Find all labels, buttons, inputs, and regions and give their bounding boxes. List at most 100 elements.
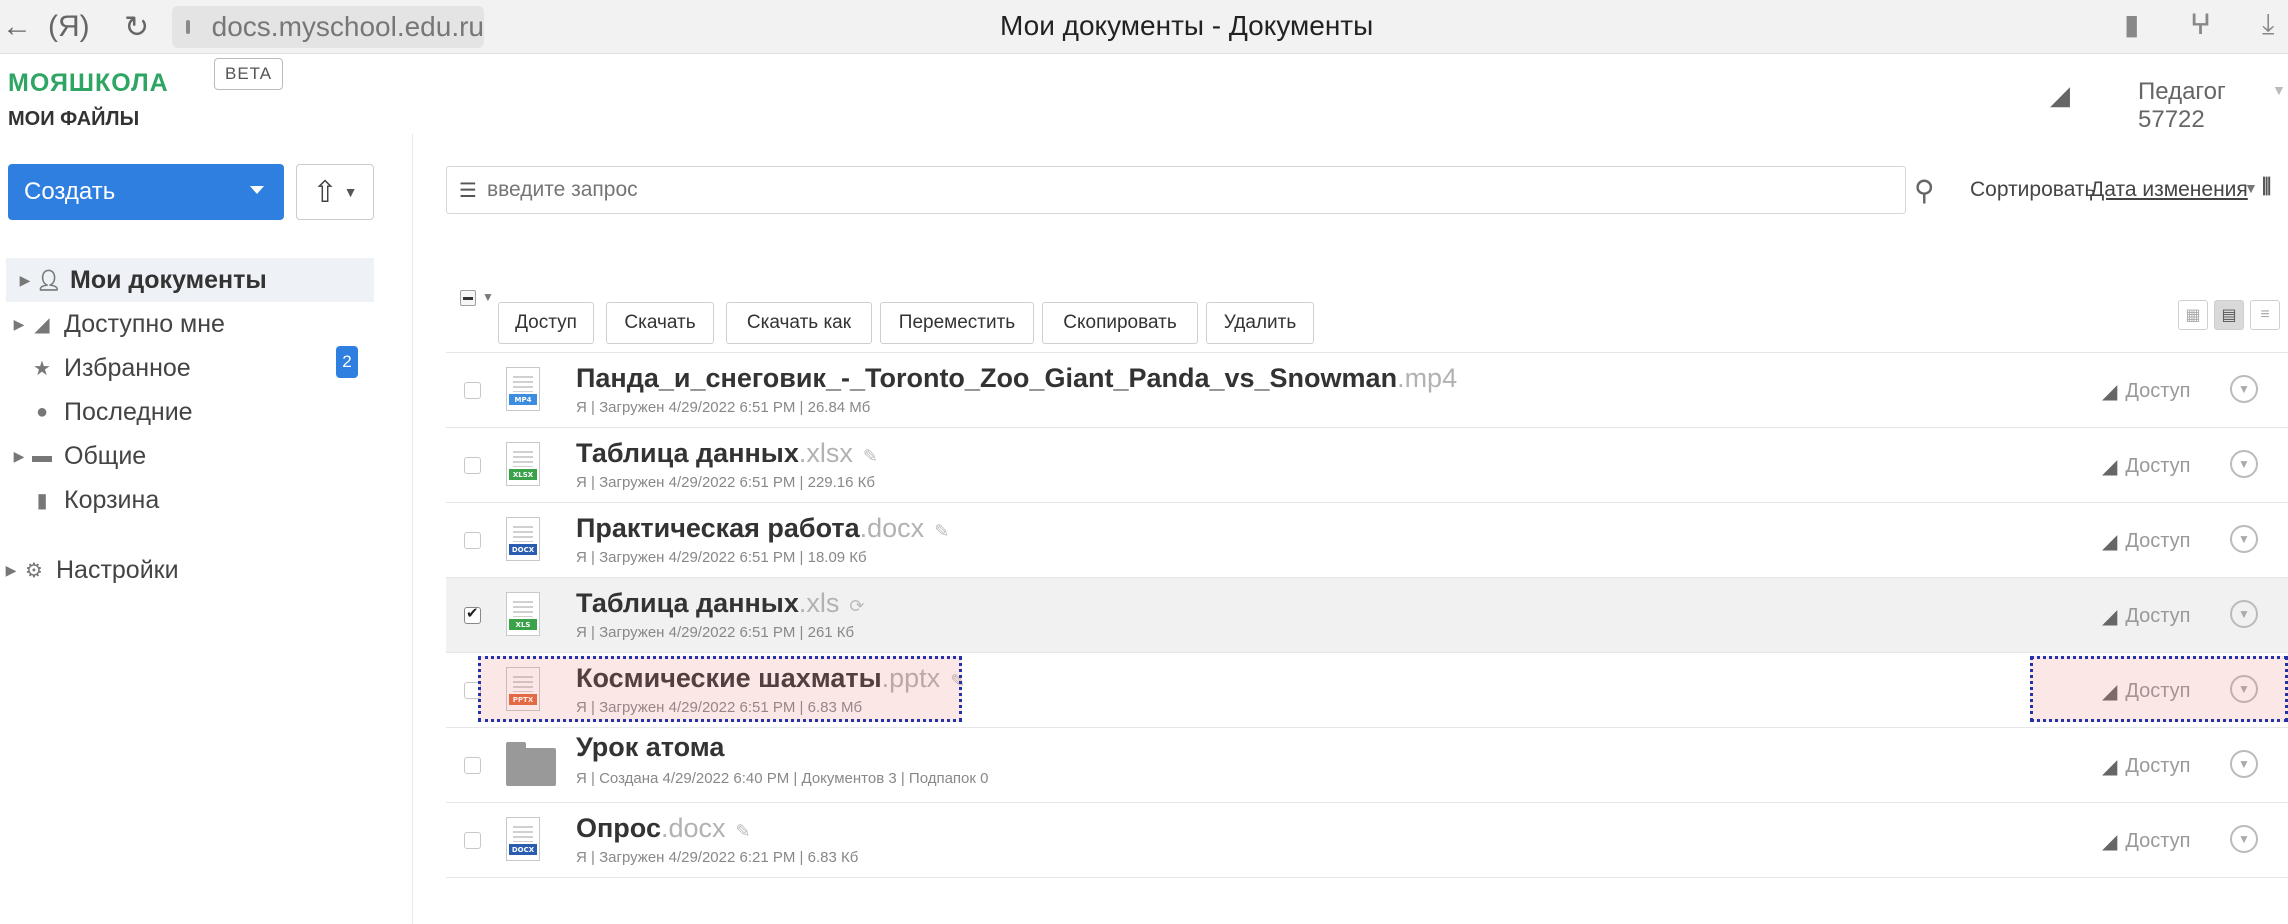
copy-button[interactable]: Скопировать (1042, 302, 1198, 344)
share-icon: ◢ (2102, 756, 2118, 778)
delete-button[interactable]: Удалить (1206, 302, 1314, 344)
file-name[interactable]: Опрос.docx ✎ (576, 813, 751, 844)
logo[interactable]: МОЯШКОЛА (8, 58, 169, 100)
browser-toolbar: ← (Я) ↻ docs.myschool.edu.ru Мои докумен… (0, 0, 2288, 54)
share-icon: ◢ (2102, 831, 2118, 853)
file-row[interactable]: MP4 Панда_и_снеговик_-_Toronto_Zoo_Giant… (446, 353, 2288, 428)
search-icon[interactable]: ⚲ (1914, 174, 1935, 207)
sidebar-item-label: Избранное (64, 353, 191, 382)
view-list-icon[interactable]: ≡ (2250, 300, 2280, 330)
upload-button[interactable]: ⇧ ▼ (296, 164, 374, 220)
gear-icon: ⚙ (25, 559, 43, 582)
download-button[interactable]: Скачать (606, 302, 714, 344)
yandex-icon[interactable]: (Я) (48, 10, 90, 44)
user-menu[interactable]: Педагог 57722 (2138, 78, 2288, 134)
create-button[interactable]: Создать (8, 164, 284, 220)
row-checkbox[interactable] (464, 604, 481, 624)
expand-arrow-icon[interactable]: ▶ (8, 448, 30, 465)
file-meta: Я | Загружен 4/29/2022 6:51 PM | 261 Кб (576, 624, 855, 641)
share-icon: ◢ (2102, 606, 2118, 628)
bookmark-icon[interactable]: ▮ (2124, 8, 2139, 41)
extensions-icon[interactable]: ⵖ (2190, 8, 2211, 41)
file-meta: Я | Загружен 4/29/2022 6:51 PM | 229.16 … (576, 474, 875, 491)
share-icon: ◢ (34, 313, 50, 336)
sidebar-item-shared-with-me[interactable]: ▶ ◢ Доступно мне (0, 302, 225, 346)
row-menu-chevron-icon[interactable]: ▼ (2230, 825, 2258, 853)
expand-arrow-icon[interactable]: ▶ (0, 562, 22, 579)
filter-icon[interactable]: ☰ (459, 178, 477, 203)
download-icon[interactable]: ⤓ (2262, 8, 2274, 41)
person-icon: 👤︎ (36, 269, 62, 292)
sidebar-item-recent[interactable]: ● Последние (0, 390, 193, 434)
folder-name[interactable]: Урок атома (576, 732, 724, 763)
row-checkbox[interactable] (464, 382, 481, 399)
folder-meta: Я | Создана 4/29/2022 6:40 PM | Документ… (576, 770, 989, 787)
share-icon: ◢ (2102, 456, 2118, 478)
sync-icon: ⟳ (849, 596, 865, 616)
folder-row[interactable]: Урок атома Я | Создана 4/29/2022 6:40 PM… (446, 728, 2288, 803)
chevron-down-icon (250, 186, 264, 194)
share-icon[interactable]: ◢ (2050, 80, 2070, 111)
access-link[interactable]: ◢ Доступ (2102, 604, 2191, 629)
file-row[interactable]: DOCX Практическая работа.docx ✎ Я | Загру… (446, 503, 2288, 578)
sidebar-item-label: Настройки (56, 555, 179, 584)
access-button[interactable]: Доступ (498, 302, 594, 344)
select-all-checkbox[interactable] (460, 290, 476, 306)
move-button[interactable]: Переместить (880, 302, 1034, 344)
address-bar[interactable]: docs.myschool.edu.ru (172, 6, 484, 48)
spreadsheet-file-icon: XLSX (506, 442, 540, 486)
folder-icon (506, 742, 556, 786)
file-name[interactable]: Панда_и_снеговик_-_Toronto_Zoo_Giant_Pan… (576, 363, 1457, 394)
trash-icon: ▮ (36, 489, 48, 512)
access-link[interactable]: ◢ Доступ (2102, 829, 2191, 854)
file-name[interactable]: Практическая работа.docx ✎ (576, 513, 949, 544)
expand-arrow-icon[interactable]: ▶ (8, 316, 30, 333)
row-menu-chevron-icon[interactable]: ▼ (2230, 600, 2258, 628)
access-link[interactable]: ◢ Доступ (2102, 379, 2191, 404)
search-input[interactable] (486, 178, 1787, 202)
sidebar-divider (412, 134, 413, 924)
row-checkbox[interactable] (464, 832, 481, 849)
chevron-down-icon[interactable]: ▼ (2272, 82, 2286, 98)
clock-icon: ● (35, 400, 49, 423)
reload-icon[interactable]: ↻ (124, 10, 149, 45)
file-row[interactable]: XLSX Таблица данных.xlsx ✎ Я | Загружен 4… (446, 428, 2288, 503)
sidebar-item-label: Мои документы (70, 265, 267, 294)
count-badge: 2 (336, 346, 358, 378)
create-button-label: Создать (24, 178, 116, 205)
file-row[interactable]: XLS Таблица данных.xls⟳ Я | Загружен 4/2… (446, 578, 2288, 653)
sidebar-item-trash[interactable]: ▮ Корзина (0, 478, 159, 522)
sort-direction-icon[interactable]: ⫼ (2262, 176, 2271, 199)
download-as-button[interactable]: Скачать как (726, 302, 872, 344)
access-link[interactable]: ◢ Доступ (2102, 454, 2191, 479)
chevron-down-icon[interactable]: ▼ (2244, 180, 2258, 196)
access-link[interactable]: ◢ Доступ (2102, 529, 2191, 554)
row-menu-chevron-icon[interactable]: ▼ (2230, 375, 2258, 403)
file-name[interactable]: Таблица данных.xlsx ✎ (576, 438, 878, 469)
sidebar-item-settings[interactable]: ▶ ⚙ Настройки (0, 548, 179, 592)
view-compact-icon[interactable]: ▤ (2214, 300, 2244, 330)
row-menu-chevron-icon[interactable]: ▼ (2230, 450, 2258, 478)
row-checkbox[interactable] (464, 457, 481, 474)
highlight-access-action (2030, 656, 2288, 722)
view-tiles-icon[interactable]: ▦ (2178, 300, 2208, 330)
browser-page-title: Мои документы - Документы (1000, 10, 1374, 41)
access-link[interactable]: ◢ Доступ (2102, 754, 2191, 779)
file-name[interactable]: Таблица данных.xls ⟳ (576, 588, 864, 619)
sidebar-item-common[interactable]: ▶ ▬ Общие (0, 434, 147, 478)
sidebar-item-my-documents[interactable]: ▶ 👤︎ Мои документы (6, 258, 374, 302)
row-menu-chevron-icon[interactable]: ▼ (2230, 525, 2258, 553)
section-title: МОИ ФАЙЛЫ (8, 108, 140, 130)
row-checkbox[interactable] (464, 757, 481, 774)
sidebar-item-favorites[interactable]: ★ Избранное (0, 346, 191, 390)
chevron-down-icon[interactable]: ▼ (482, 290, 494, 304)
file-row[interactable]: DOCX Опрос.docx ✎ Я | Загружен 4/29/2022 … (446, 803, 2288, 878)
star-icon: ★ (33, 357, 51, 380)
sidebar-item-label: Доступно мне (64, 309, 225, 338)
sort-dropdown[interactable]: Дата изменения (2090, 178, 2248, 202)
row-menu-chevron-icon[interactable]: ▼ (2230, 750, 2258, 778)
file-meta: Я | Загружен 4/29/2022 6:51 PM | 18.09 К… (576, 549, 867, 566)
row-checkbox[interactable] (464, 532, 481, 549)
back-icon[interactable]: ← (2, 10, 32, 44)
expand-arrow-icon[interactable]: ▶ (14, 272, 36, 289)
